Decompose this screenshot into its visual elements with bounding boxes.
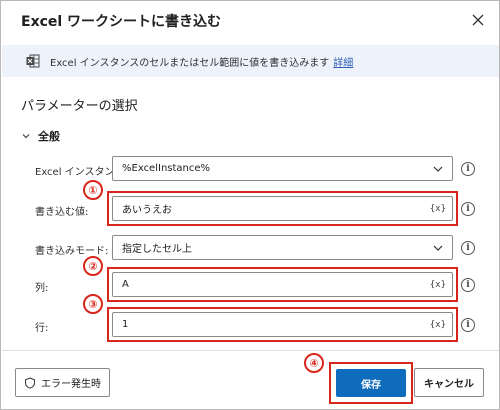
annotation-number-3: ③ — [83, 294, 103, 314]
chevron-down-icon — [21, 131, 31, 141]
row-input[interactable]: 1 {x} — [112, 312, 453, 337]
info-icon[interactable]: i — [461, 162, 475, 176]
annotation-number-1: ① — [83, 180, 103, 200]
mode-value: 指定したセル上 — [122, 244, 192, 255]
dialog-title: Excel ワークシートに書き込む — [21, 14, 222, 30]
instance-select[interactable]: %ExcelInstance% — [112, 156, 453, 181]
cancel-button[interactable]: キャンセル — [414, 368, 484, 397]
info-icon[interactable]: i — [461, 318, 475, 332]
write-worksheet-dialog: Excel ワークシートに書き込む Excel インスタンスのセルまたはセル範囲… — [0, 0, 500, 410]
section-title: パラメーターの選択 — [21, 99, 138, 114]
info-icon[interactable]: i — [461, 202, 475, 216]
on-error-button[interactable]: エラー発生時 — [15, 368, 110, 397]
row-value: 1 — [122, 319, 129, 330]
mode-select[interactable]: 指定したセル上 — [112, 235, 453, 260]
save-button[interactable]: 保存 — [336, 369, 406, 397]
mode-label: 書き込みモード: — [35, 246, 109, 257]
details-link[interactable]: 詳細 — [333, 54, 353, 69]
variable-button[interactable]: {x} — [430, 320, 446, 330]
value-label: 書き込む値: — [35, 207, 89, 218]
on-error-label: エラー発生時 — [41, 379, 101, 390]
instance-value: %ExcelInstance% — [122, 163, 211, 174]
value-input[interactable]: あいうえお {x} — [112, 196, 453, 221]
close-button[interactable] — [467, 9, 489, 31]
column-value: A — [122, 279, 129, 290]
info-bar: Excel インスタンスのセルまたはセル範囲に値を書き込みます 詳細 — [2, 45, 499, 77]
variable-button[interactable]: {x} — [430, 204, 446, 214]
annotation-number-2: ② — [83, 256, 103, 276]
dropdown-icon — [432, 242, 444, 254]
info-icon[interactable]: i — [461, 241, 475, 255]
info-icon[interactable]: i — [461, 278, 475, 292]
info-description: Excel インスタンスのセルまたはセル範囲に値を書き込みます — [50, 57, 330, 69]
row-label: 行: — [35, 323, 49, 334]
value-text: あいうえお — [122, 205, 172, 216]
column-label: 列: — [35, 283, 49, 294]
close-icon — [472, 14, 484, 26]
dropdown-icon — [432, 163, 444, 175]
column-input[interactable]: A {x} — [112, 272, 453, 297]
annotation-number-4: ④ — [304, 353, 324, 373]
excel-icon — [26, 54, 40, 68]
general-group-toggle[interactable]: 全般 — [21, 128, 60, 144]
footer-divider — [2, 350, 499, 351]
group-label: 全般 — [38, 130, 60, 143]
variable-button[interactable]: {x} — [430, 280, 446, 290]
shield-icon — [24, 376, 36, 389]
